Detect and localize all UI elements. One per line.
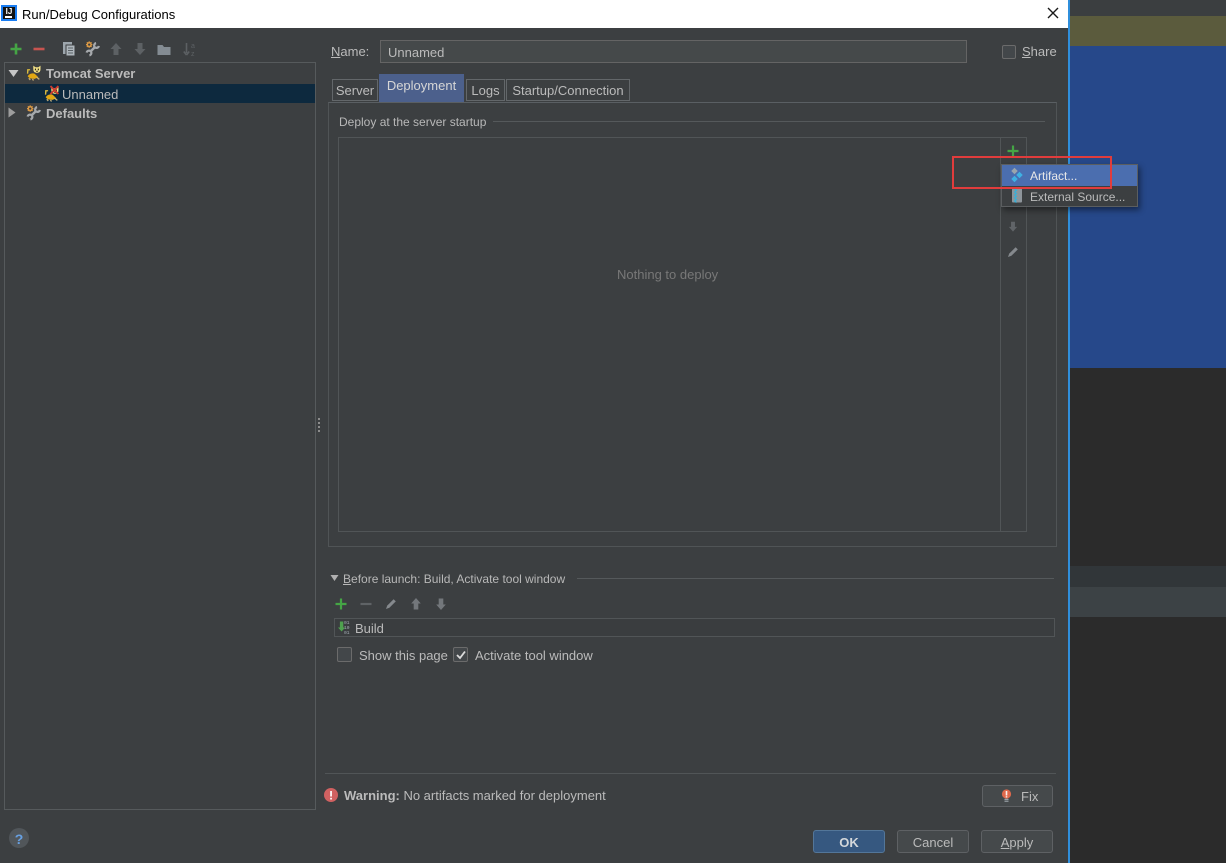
svg-text:a: a bbox=[191, 43, 195, 50]
svg-text:01: 01 bbox=[344, 630, 350, 635]
svg-text:z: z bbox=[191, 51, 195, 57]
